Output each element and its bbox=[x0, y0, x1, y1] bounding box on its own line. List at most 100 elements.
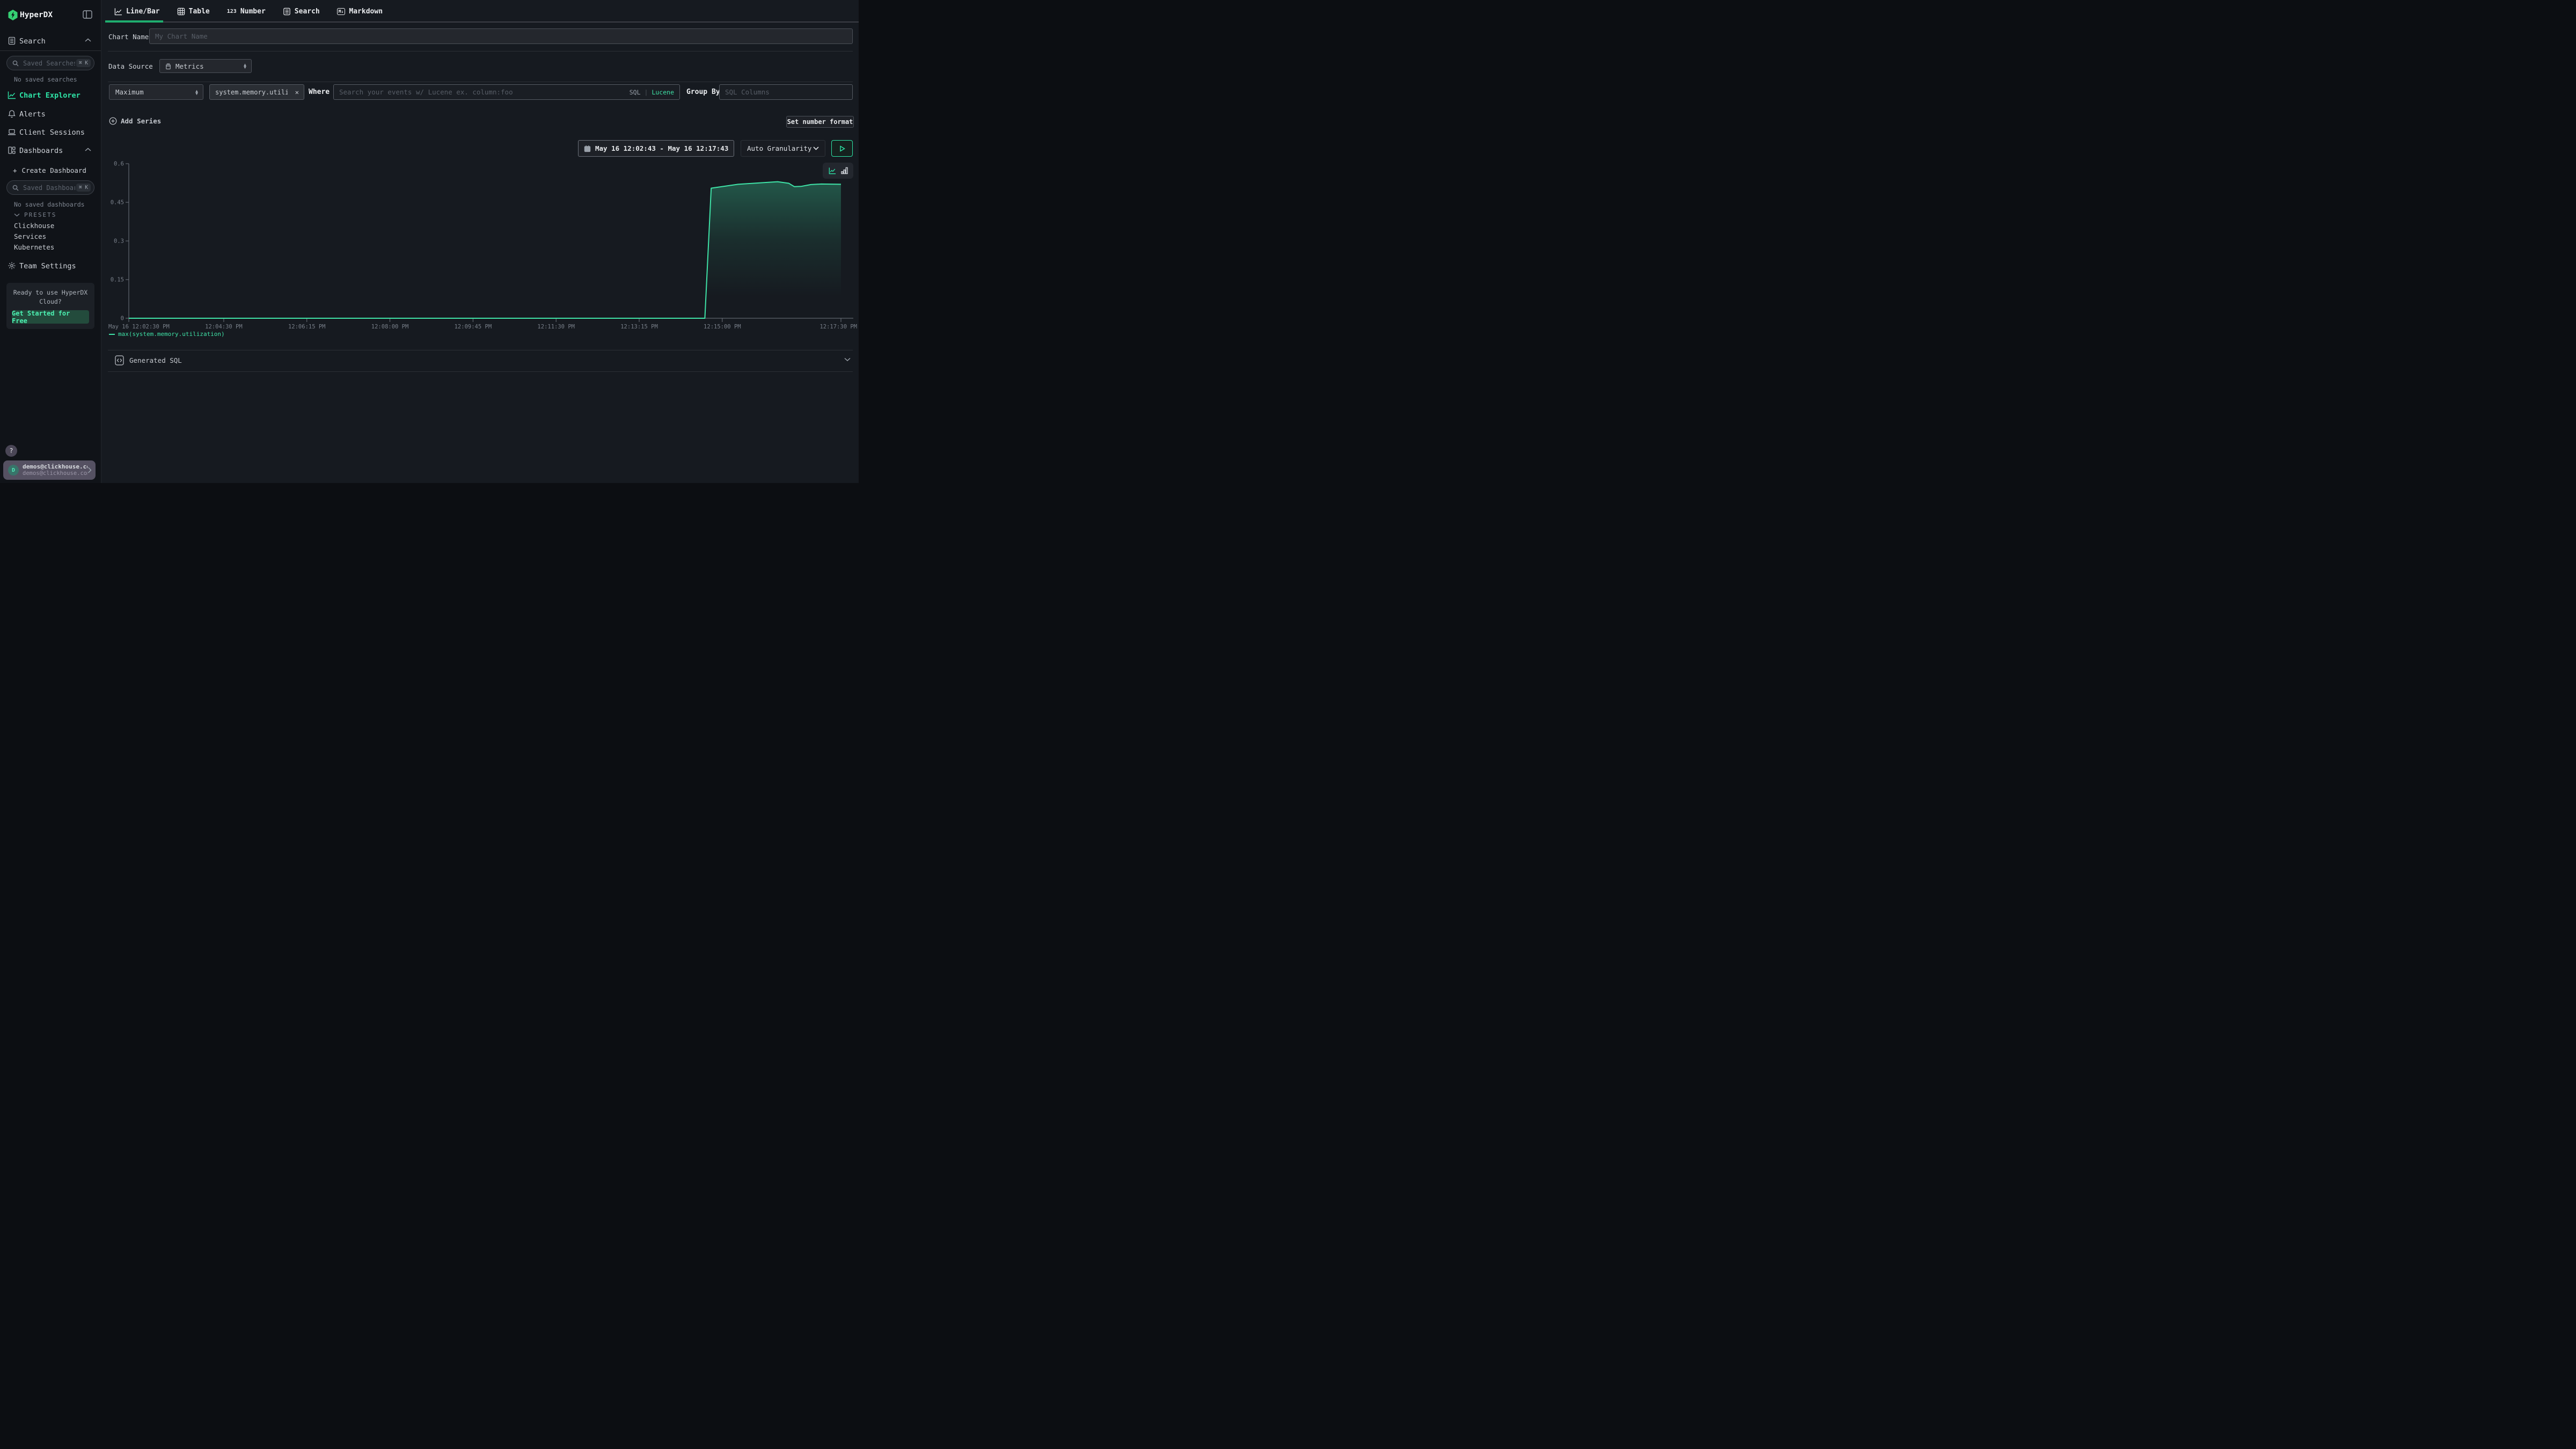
svg-text:0.3: 0.3 bbox=[114, 238, 124, 245]
user-email: demos@clickhouse.com bbox=[23, 463, 87, 470]
get-started-button[interactable]: Get Started for Free bbox=[12, 310, 89, 324]
tab-table[interactable]: Table bbox=[177, 0, 210, 23]
active-tab-underline bbox=[105, 20, 163, 23]
saved-dashboards-input[interactable] bbox=[22, 184, 76, 192]
tab-label: Markdown bbox=[349, 8, 383, 16]
metric-tag-label: system.memory.utiliza bbox=[215, 89, 288, 96]
presets-label: PRESETS bbox=[24, 211, 56, 218]
preset-services[interactable]: Services bbox=[14, 232, 46, 240]
sidebar-item-dashboards[interactable]: Dashboards bbox=[19, 147, 63, 155]
chevron-down-icon bbox=[14, 213, 20, 217]
shortcut-badge: ⌘ K bbox=[76, 59, 91, 67]
data-source-select[interactable]: Metrics ▲▼ bbox=[159, 59, 252, 73]
chart-legend[interactable]: max(system.memory.utilization) bbox=[109, 331, 225, 338]
date-range-value: May 16 12:02:43 - May 16 12:17:43 bbox=[595, 144, 728, 152]
chart-name-input[interactable] bbox=[150, 32, 852, 40]
line-chart-icon bbox=[114, 8, 122, 16]
tab-label: Search bbox=[295, 8, 320, 16]
tab-label: Number bbox=[240, 8, 266, 16]
data-source-label: Data Source bbox=[108, 62, 153, 70]
hyperdx-logo-icon bbox=[8, 10, 18, 20]
remove-metric-icon[interactable]: ✕ bbox=[295, 89, 299, 96]
sidebar: HyperDX Search ⌘ K No saved searches bbox=[0, 0, 101, 483]
group-by-input[interactable] bbox=[720, 88, 852, 96]
markdown-icon: M↓ bbox=[337, 8, 346, 15]
presets-header[interactable]: PRESETS bbox=[14, 211, 56, 218]
generated-sql-header[interactable]: Generated SQL bbox=[115, 355, 182, 365]
lucene-toggle[interactable]: Lucene bbox=[652, 89, 674, 96]
calendar-icon bbox=[584, 145, 591, 152]
dashboards-chevron-up-icon[interactable] bbox=[85, 148, 91, 152]
generated-sql-bottom-border bbox=[108, 371, 853, 372]
sidebar-item-search[interactable]: Search bbox=[19, 37, 46, 46]
aggregation-select[interactable]: Maximum ▲▼ bbox=[109, 84, 203, 100]
dashboards-grid-icon bbox=[8, 146, 16, 155]
line-chart-icon[interactable] bbox=[829, 167, 836, 174]
no-saved-dashboards-text: No saved dashboards bbox=[14, 201, 85, 208]
svg-text:12:15:00 PM: 12:15:00 PM bbox=[704, 324, 741, 330]
select-chevrons-icon: ▲▼ bbox=[195, 90, 198, 95]
tab-bar-track bbox=[105, 21, 859, 23]
magnifier-icon bbox=[12, 60, 19, 67]
sidebar-item-chart-explorer[interactable]: Chart Explorer bbox=[19, 91, 80, 100]
svg-text:12:11:30 PM: 12:11:30 PM bbox=[537, 324, 575, 330]
sql-toggle[interactable]: SQL bbox=[630, 89, 641, 96]
toggle-divider: | bbox=[645, 89, 648, 96]
sidebar-item-client-sessions[interactable]: Client Sessions bbox=[19, 128, 85, 137]
set-number-format-button[interactable]: Set number format bbox=[786, 116, 854, 128]
plus-icon: + bbox=[13, 166, 17, 174]
table-icon bbox=[177, 8, 185, 16]
svg-text:12:08:00 PM: 12:08:00 PM bbox=[371, 324, 409, 330]
add-series-button[interactable]: Add Series bbox=[109, 117, 161, 125]
client-sessions-laptop-icon bbox=[8, 128, 16, 136]
where-label: Where bbox=[309, 88, 330, 96]
sidebar-item-alerts[interactable]: Alerts bbox=[19, 110, 46, 119]
group-by-label: Group By bbox=[686, 88, 720, 96]
saved-dashboards-search[interactable]: ⌘ K bbox=[6, 180, 94, 195]
sidebar-divider bbox=[0, 50, 101, 51]
select-chevrons-icon: ▲▼ bbox=[244, 63, 246, 69]
where-search-input[interactable] bbox=[334, 88, 630, 96]
main-area: Line/Bar Table 123 Number Search M↓ Ma bbox=[101, 0, 859, 483]
tab-markdown[interactable]: M↓ Markdown bbox=[337, 0, 383, 23]
help-button[interactable]: ? bbox=[5, 445, 17, 457]
svg-text:0.6: 0.6 bbox=[114, 161, 124, 167]
database-icon bbox=[165, 63, 172, 70]
chart-explorer-icon bbox=[8, 91, 16, 99]
group-by-field bbox=[719, 84, 853, 100]
preset-kubernetes[interactable]: Kubernetes bbox=[14, 243, 54, 251]
date-range-picker[interactable]: May 16 12:02:43 - May 16 12:17:43 bbox=[578, 140, 734, 157]
generated-sql-label: Generated SQL bbox=[129, 356, 182, 364]
tab-number[interactable]: 123 Number bbox=[227, 0, 266, 23]
user-menu[interactable]: D demos@clickhouse.com demos@clickhouse.… bbox=[3, 460, 96, 480]
granularity-select[interactable]: Auto Granularity bbox=[741, 140, 825, 157]
preset-clickhouse[interactable]: Clickhouse bbox=[14, 222, 54, 230]
run-query-button[interactable] bbox=[831, 140, 853, 157]
tab-search[interactable]: Search bbox=[283, 0, 320, 23]
create-dashboard-button[interactable]: + Create Dashboard bbox=[13, 166, 86, 174]
sidebar-item-team-settings[interactable]: Team Settings bbox=[19, 262, 76, 270]
chart-name-label: Chart Name bbox=[108, 33, 149, 41]
gear-icon bbox=[8, 261, 16, 270]
saved-searches-search[interactable]: ⌘ K bbox=[6, 56, 94, 70]
search-section-chevron-up-icon[interactable] bbox=[85, 38, 91, 42]
svg-text:0.15: 0.15 bbox=[111, 277, 124, 283]
generated-sql-expand-chevron-icon[interactable] bbox=[844, 357, 851, 362]
svg-text:12:13:15 PM: 12:13:15 PM bbox=[620, 324, 658, 330]
cloud-cta-line2: Cloud? bbox=[6, 297, 94, 306]
metric-tag[interactable]: system.memory.utiliza ✕ bbox=[209, 84, 304, 100]
bar-chart-icon[interactable] bbox=[841, 167, 848, 174]
create-dashboard-label: Create Dashboard bbox=[22, 166, 86, 174]
legend-swatch bbox=[109, 334, 115, 335]
saved-searches-input[interactable] bbox=[22, 59, 76, 68]
timeseries-chart[interactable]: 00.150.30.450.6May 16 12:02:30 PM12:04:3… bbox=[101, 160, 859, 333]
tab-label: Table bbox=[189, 8, 210, 16]
sidebar-collapse-button[interactable] bbox=[82, 9, 93, 20]
tab-label: Line/Bar bbox=[126, 8, 160, 16]
granularity-value: Auto Granularity bbox=[747, 144, 811, 152]
aggregation-value: Maximum bbox=[115, 88, 144, 96]
tab-line-bar[interactable]: Line/Bar bbox=[114, 0, 160, 23]
chart-type-toggle bbox=[823, 163, 853, 179]
search-nav-icon bbox=[8, 36, 16, 45]
where-field: SQL | Lucene bbox=[333, 84, 680, 100]
